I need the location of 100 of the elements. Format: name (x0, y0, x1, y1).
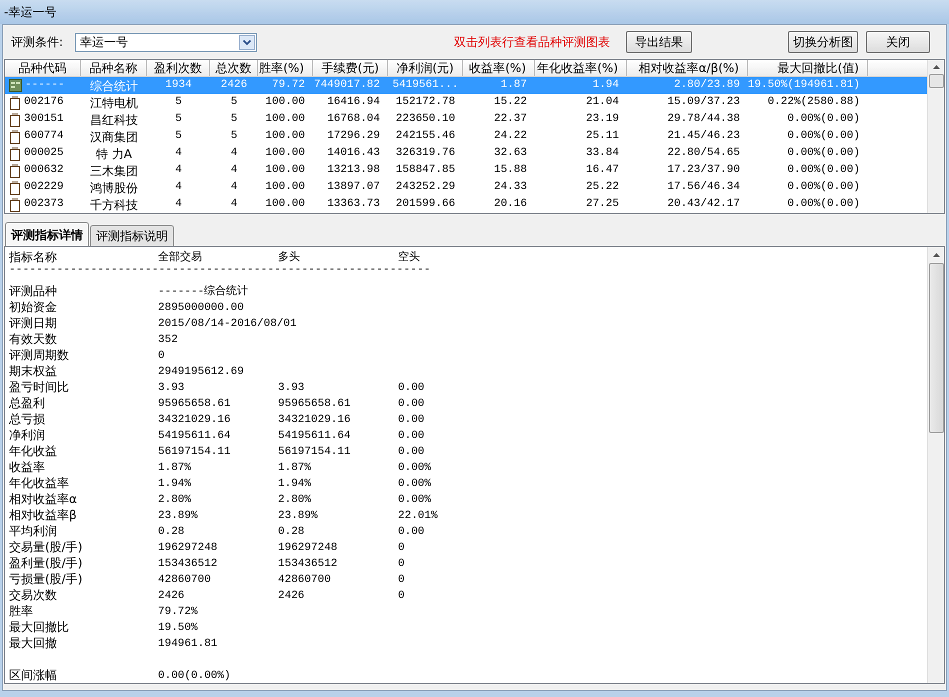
table-cell-text: 22.80/54.65 (667, 146, 740, 162)
metric-value: 23.89% (158, 510, 198, 522)
metric-name: 平均利润 (9, 524, 57, 538)
table-cell-text: 20.43/42.17 (667, 197, 740, 212)
table-cell-text: 27.25 (586, 197, 619, 212)
hint-text: 双击列表行查看品种评测图表 (454, 34, 610, 51)
table-cell-text: 14016.43 (327, 146, 380, 162)
table-cell-text: 29.78/44.38 (667, 112, 740, 128)
column-header[interactable]: 净利润(元) (388, 60, 463, 76)
metric-value: 22.01% (398, 510, 438, 522)
table-cell-text: 000025 (24, 146, 64, 162)
scroll-thumb[interactable] (928, 74, 944, 88)
metric-value: 34321029.16 (158, 414, 231, 426)
column-header[interactable]: 品种名称 (81, 60, 147, 76)
table-cell-text: 13363.73 (327, 197, 380, 212)
metric-name: 胜率 (9, 604, 33, 618)
switch-chart-button[interactable]: 切换分析图 (788, 31, 858, 53)
table-cell-text: 600774 (24, 129, 64, 144)
metric-value: 2.80% (278, 494, 312, 506)
column-header[interactable]: 相对收益率α/β(%) (627, 60, 748, 76)
metric-value: 3.93 (278, 382, 304, 394)
table-cell-text: 4 (230, 180, 238, 196)
metric-value: 全部交易 (158, 252, 202, 264)
metric-name: 净利润 (9, 428, 45, 442)
table-cell-text: 20.16 (494, 197, 527, 212)
metric-name: 相对收益率β (9, 508, 77, 522)
table-row[interactable]: 002229 鸿博股份 4 4 100.00 13897.07 243252.29 24.33 25.22 17.56/46.34 0.00%(0.00) (5, 179, 927, 196)
table-row[interactable]: 300151 昌红科技 5 5 100.00 16768.04 223650.10 22.37 23.19 29.78/44.38 0.00%(0.00) (5, 111, 927, 128)
table-cell-text: 24.22 (494, 129, 527, 144)
table-cell-text: 002229 (24, 180, 64, 196)
column-header[interactable]: 盈利次数 (147, 60, 210, 76)
table-cell-text: 25.11 (586, 129, 619, 144)
table-cell-text: 002176 (24, 95, 64, 110)
export-button[interactable]: 导出结果 (626, 31, 692, 53)
metric-value: 0 (158, 350, 165, 362)
column-header[interactable]: 最大回撤比(值) (748, 60, 868, 76)
table-cell-text: 5 (175, 129, 182, 144)
table-row[interactable]: 600774 汉商集团 5 5 100.00 17296.29 242155.46 24.22 25.11 21.45/46.23 0.00%(0.00) (5, 128, 927, 145)
metric-value: 196297248 (278, 542, 338, 554)
table-cell-text: 100.00 (265, 146, 305, 162)
table-cell-text: 100.00 (265, 197, 305, 212)
metric-value: 0.00 (398, 446, 424, 458)
metric-name: 年化收益率 (9, 476, 69, 490)
tab[interactable]: 评测指标说明 (90, 225, 174, 246)
table-cell-text: 4 (175, 197, 182, 212)
metric-name: 期末权益 (9, 364, 57, 378)
document-icon (9, 96, 21, 110)
metric-value: 0.00 (398, 398, 424, 410)
column-header[interactable]: 胜率(%) (258, 60, 313, 76)
table-cell-text: 22.37 (494, 112, 527, 128)
table-cell-text: 汉商集团 (90, 128, 138, 146)
table-cell-text: 223650.10 (396, 112, 456, 128)
column-header[interactable]: 年化收益率(%) (535, 60, 627, 76)
close-button[interactable]: 关闭 (866, 31, 930, 53)
table-cell-text: 0.22%(2580.88) (768, 95, 860, 110)
table-row[interactable]: 000025 特 力A 4 4 100.00 14016.43 326319.76 32.63 33.84 22.80/54.65 0.00%(0.00) (5, 145, 927, 162)
table-cell-text: 16416.94 (327, 95, 380, 110)
condition-dropdown[interactable]: 幸运一号 (75, 32, 258, 52)
metric-name: 盈亏时间比 (9, 380, 69, 394)
metric-name: 总盈利 (9, 396, 45, 410)
table-cell-text: 15.09/37.23 (667, 95, 740, 110)
metric-value: 0 (398, 590, 405, 602)
table-row[interactable]: 002176 江特电机 5 5 100.00 16416.94 152172.78 15.22 21.04 15.09/37.23 0.22%(2580.88) (5, 94, 927, 111)
table-cell-text: 17.23/37.90 (667, 163, 740, 178)
metric-name: 总亏损 (9, 412, 45, 426)
table-cell-text: 100.00 (265, 180, 305, 196)
metric-name: 初始资金 (9, 300, 57, 314)
metric-value: 95965658.61 (158, 398, 231, 410)
metric-value: 34321029.16 (278, 414, 351, 426)
table-cell-text: 25.22 (586, 180, 619, 196)
table-cell-text: 100.00 (265, 112, 305, 128)
table-cell-text: 000632 (24, 163, 64, 178)
table-cell-text: 326319.76 (396, 146, 456, 162)
table-cell-text: 79.72 (272, 78, 305, 94)
document-icon (9, 180, 21, 194)
table-cell-text: 2.80/23.89 (674, 78, 740, 94)
scroll-thumb[interactable] (928, 263, 944, 433)
table-cell-text: 300151 (24, 112, 64, 128)
table-cell-text: 158847.85 (396, 163, 456, 178)
table-cell-text: 鸿博股份 (90, 180, 138, 196)
document-icon (9, 198, 21, 212)
column-header[interactable]: 总次数 (210, 60, 258, 76)
table-row[interactable]: 002373 千方科技 4 4 100.00 13363.73 201599.66 20.16 27.25 20.43/42.17 0.00%(0.00) (5, 196, 927, 213)
metric-value: 23.89% (278, 510, 318, 522)
metric-value: 56197154.11 (278, 446, 351, 458)
vertical-scrollbar[interactable] (927, 247, 944, 683)
table-cell-text: 21.45/46.23 (667, 129, 740, 144)
column-header[interactable]: 收益率(%) (463, 60, 535, 76)
table-cell-text: 7449017.82 (314, 78, 380, 94)
column-header[interactable]: 手续费(元) (313, 60, 388, 76)
tab[interactable]: 评测指标详情 (5, 222, 89, 246)
metric-value: 2.80% (158, 494, 192, 506)
table-cell-text: 1934 (165, 78, 192, 94)
table-row[interactable]: 000632 三木集团 4 4 100.00 13213.98 158847.85 15.88 16.47 17.23/37.90 0.00%(0.00) (5, 162, 927, 179)
column-header[interactable]: 品种代码 (5, 60, 81, 76)
metric-value: 2426 (158, 590, 184, 602)
vertical-scrollbar[interactable] (927, 60, 944, 213)
table-cell-text: 243252.29 (396, 180, 456, 196)
table-cell-text: 19.50%(194961.81) (748, 78, 860, 94)
table-cell-text: 2426 (220, 78, 248, 94)
